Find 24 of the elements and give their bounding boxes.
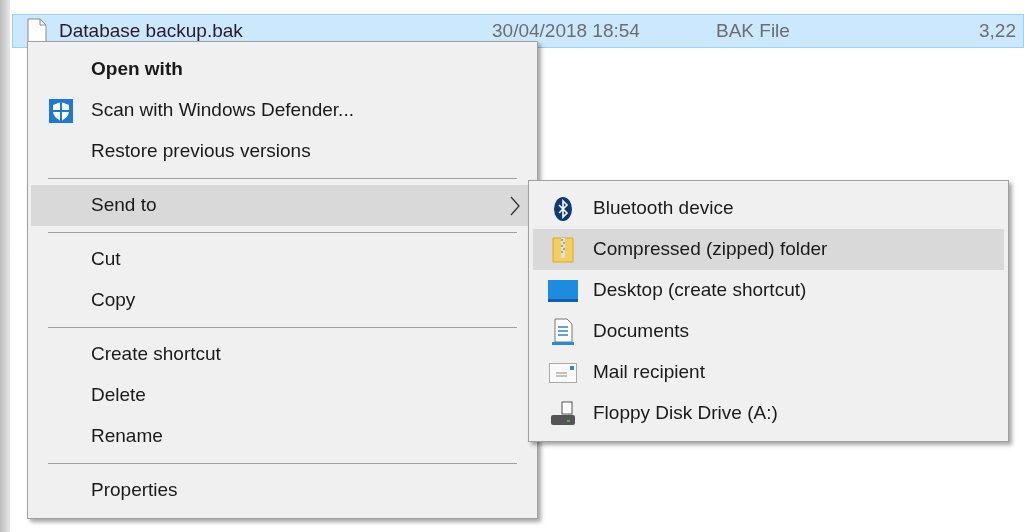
- document-icon: [551, 317, 575, 346]
- bluetooth-icon: [554, 196, 572, 221]
- shield-icon: [49, 98, 73, 123]
- menu-item[interactable]: Floppy Disk Drive (A:): [533, 393, 1004, 434]
- chevron-right-icon: [510, 195, 520, 216]
- envelope-icon: [549, 362, 577, 383]
- menu-item[interactable]: Open with: [31, 49, 534, 90]
- monitor-icon: [548, 278, 578, 303]
- file-name: Database backup.bak: [59, 18, 244, 43]
- zip-folder-icon: [552, 236, 574, 263]
- file-size: 3,22: [979, 18, 1016, 43]
- menu-item[interactable]: Compressed (zipped) folder: [533, 229, 1004, 270]
- file-row[interactable]: Database backup.bak 30/04/2018 18:54 BAK File 3,22: [12, 14, 1024, 48]
- file-icon: [27, 18, 47, 44]
- date-modified: 30/04/2018 18:54: [492, 18, 641, 43]
- menu-item[interactable]: Documents: [533, 311, 1004, 352]
- menu-item[interactable]: Mail recipient: [533, 352, 1004, 393]
- menu-item[interactable]: Properties: [31, 470, 534, 511]
- menu-item[interactable]: Desktop (create shortcut): [533, 270, 1004, 311]
- floppy-drive-icon: [550, 400, 576, 427]
- menu-item[interactable]: Scan with Windows Defender...: [31, 90, 534, 131]
- menu-item[interactable]: Restore previous versions: [31, 131, 534, 172]
- menu-item[interactable]: Bluetooth device: [533, 188, 1004, 229]
- file-type: BAK File: [716, 18, 791, 43]
